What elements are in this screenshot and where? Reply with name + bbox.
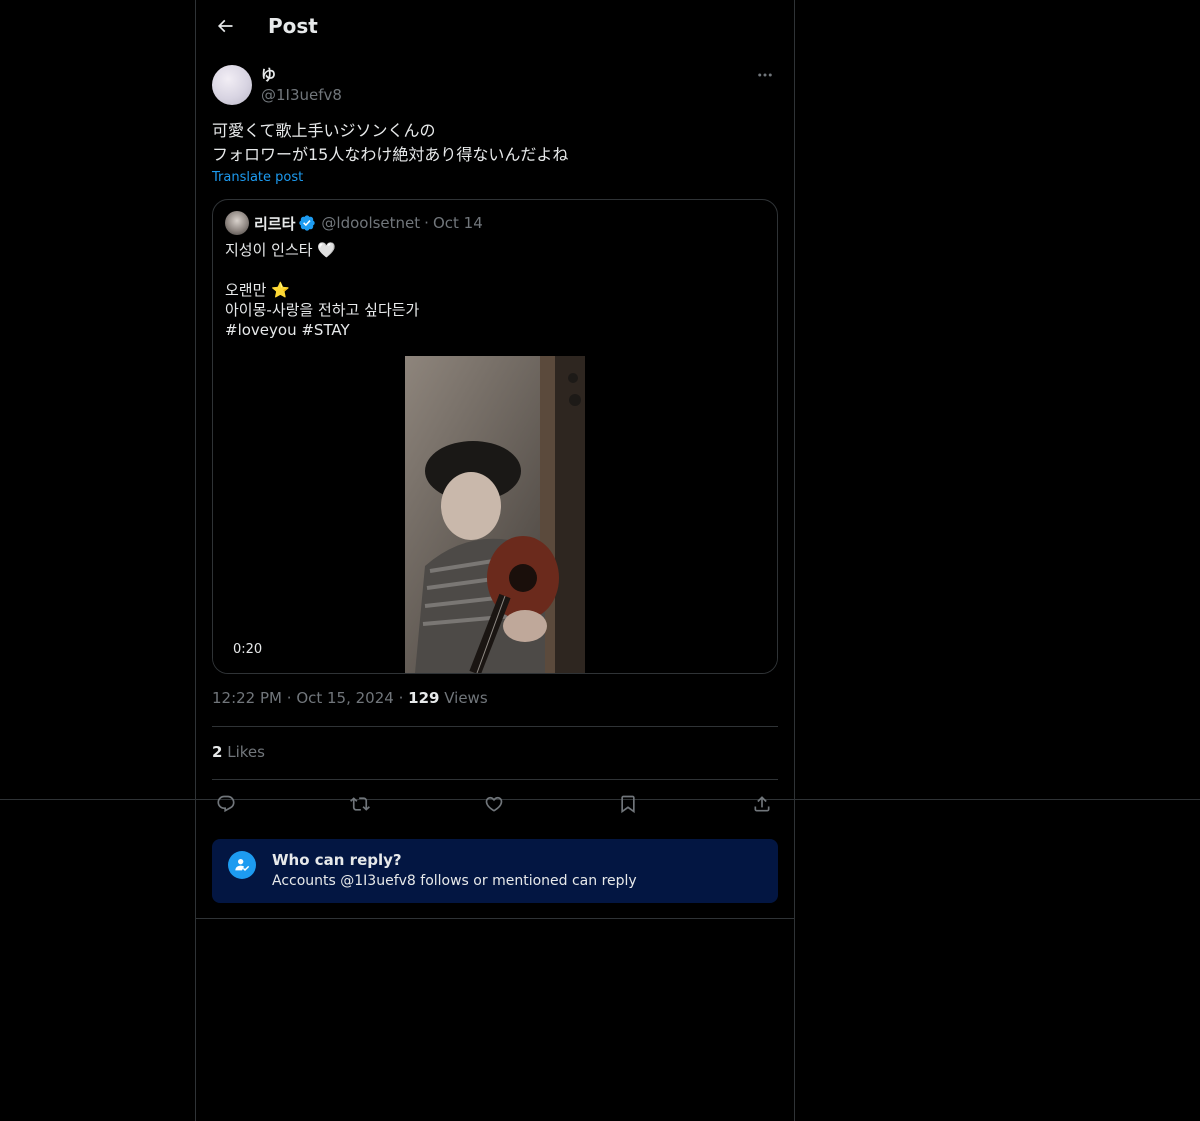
quoted-handle[interactable]: @ldoolsetnet: [321, 214, 420, 232]
share-button[interactable]: [748, 790, 776, 818]
verified-icon: [298, 214, 316, 232]
repost-button[interactable]: [346, 790, 374, 818]
reply-icon: [217, 795, 235, 813]
quoted-post[interactable]: 리르타 @ldoolsetnet · Oct 14 지성이 인스타 🤍 오랜만 …: [212, 199, 778, 674]
more-icon: [758, 73, 772, 77]
page-title: Post: [268, 14, 318, 38]
likes-stat[interactable]: 2 Likes: [212, 743, 265, 761]
back-arrow-icon: [217, 19, 233, 33]
divider: [196, 918, 794, 919]
avatar[interactable]: [212, 65, 252, 105]
quoted-avatar[interactable]: [225, 211, 249, 235]
action-bar: [212, 790, 778, 818]
post-metadata: 12:22 PM · Oct 15, 2024 · 129 Views: [212, 689, 488, 707]
quoted-text-line: 지성이 인스타 🤍: [225, 241, 337, 259]
quoted-text: 지성이 인스타 🤍 오랜만 ⭐ 아이몽-사랑을 전하고 싶다든가 #loveyo…: [225, 240, 765, 340]
video-frame-illustration: [405, 356, 585, 673]
share-icon: [754, 796, 770, 812]
people-check-icon: [228, 851, 256, 879]
views-count: 129: [408, 689, 440, 707]
quoted-date[interactable]: Oct 14: [433, 214, 483, 232]
post-author: ゆ @1I3uefv8: [212, 64, 778, 108]
quoted-display-name[interactable]: 리르타: [254, 213, 295, 234]
quoted-text-line: 오랜만 ⭐: [225, 281, 290, 299]
likes-label: Likes: [227, 743, 265, 761]
post-time[interactable]: 12:22 PM: [212, 689, 282, 707]
post-date[interactable]: Oct 15, 2024: [296, 689, 394, 707]
separator-dot: ·: [398, 689, 409, 707]
repost-icon: [350, 797, 370, 811]
quoted-post-header: 리르타 @ldoolsetnet · Oct 14: [225, 211, 483, 235]
reply-button[interactable]: [212, 790, 240, 818]
video-thumbnail: [405, 356, 585, 673]
reply-restriction-subtitle: Accounts @1I3uefv8 follows or mentioned …: [272, 873, 637, 889]
page-header: Post: [196, 0, 794, 53]
bookmark-icon: [621, 795, 635, 814]
reply-restriction-banner: Who can reply? Accounts @1I3uefv8 follow…: [212, 839, 778, 903]
quoted-text-line: 아이몽-사랑을 전하고 싶다든가: [225, 301, 420, 319]
post-text: 可愛くて歌上手いジソンくんの フォロワーが15人なわけ絶対あり得ないんだよね: [212, 121, 569, 164]
divider: [212, 779, 778, 780]
views-label: Views: [444, 689, 488, 707]
quoted-text-line: #loveyou #STAY: [225, 321, 350, 339]
bookmark-button[interactable]: [614, 790, 642, 818]
reply-restriction-title: Who can reply?: [272, 851, 402, 869]
main-column: Post ゆ @1I3uefv8 可愛くて歌上手いジソンくんの フォロワーが15…: [195, 0, 795, 1121]
author-display-name[interactable]: ゆ: [261, 64, 276, 85]
likes-count: 2: [212, 743, 223, 761]
like-button[interactable]: [480, 790, 508, 818]
translate-post-link[interactable]: Translate post: [212, 170, 303, 185]
video-player[interactable]: 0:20: [213, 356, 777, 673]
separator-dot: ·: [286, 689, 297, 707]
divider: [212, 726, 778, 727]
author-handle[interactable]: @1I3uefv8: [261, 86, 342, 104]
video-duration: 0:20: [233, 642, 263, 657]
like-icon: [485, 796, 503, 812]
separator-dot: ·: [424, 214, 429, 232]
back-button[interactable]: [208, 9, 242, 43]
more-button[interactable]: [752, 64, 778, 86]
